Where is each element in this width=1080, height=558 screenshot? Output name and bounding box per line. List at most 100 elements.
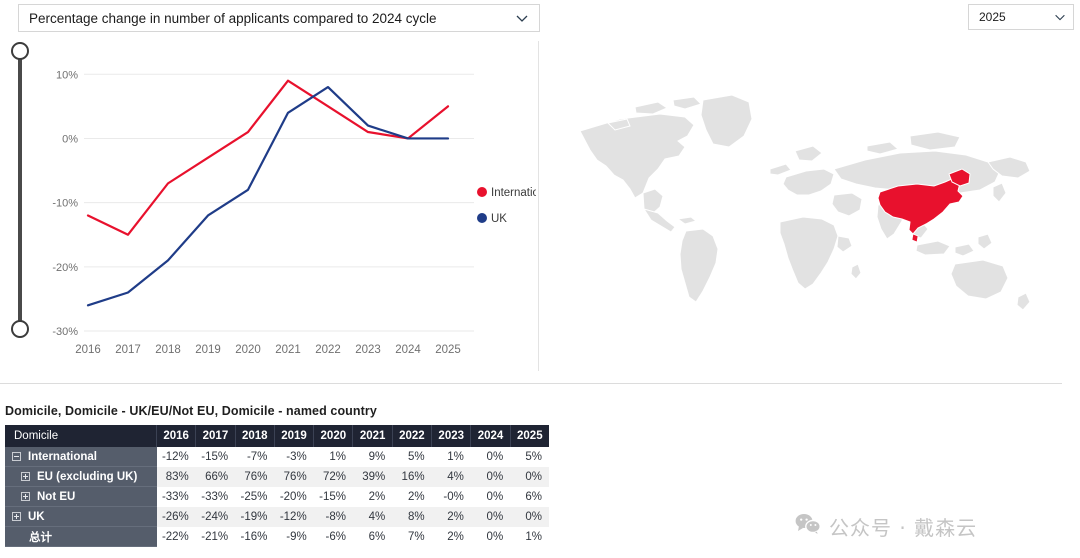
header-year[interactable]: 2025: [510, 425, 549, 447]
table-cell-value[interactable]: 4%: [352, 506, 393, 527]
header-year[interactable]: 2023: [431, 425, 472, 447]
legend-label-international[interactable]: International: [491, 187, 536, 199]
slider-track[interactable]: [18, 50, 22, 330]
header-year[interactable]: 2022: [392, 425, 433, 447]
table-row[interactable]: UK -26% -24% -19% -12% -8% 4% 8% 2% 0% 0%: [5, 506, 549, 527]
table-cell-value[interactable]: 8%: [392, 506, 432, 527]
y-axis-tick-label: 0%: [62, 133, 78, 145]
table-cell-value[interactable]: 7%: [392, 526, 432, 547]
expand-icon[interactable]: [21, 492, 30, 501]
row-label: UK: [28, 510, 45, 523]
table-cell-value[interactable]: 0%: [470, 486, 511, 507]
table-cell-value[interactable]: 72%: [313, 466, 353, 487]
header-year[interactable]: 2017: [195, 425, 236, 447]
table-row[interactable]: EU (excluding UK) 83% 66% 76% 76% 72% 39% 16% 4%…: [5, 466, 549, 487]
table-cell-value[interactable]: -22%: [156, 526, 196, 547]
header-year[interactable]: 2018: [235, 425, 275, 447]
x-axis-tick-label: 2023: [355, 344, 381, 356]
table-cell-value[interactable]: -15%: [195, 447, 236, 467]
table-cell-value[interactable]: 5%: [510, 447, 549, 467]
legend-swatch-uk[interactable]: [477, 213, 487, 223]
expand-icon[interactable]: [21, 472, 30, 481]
table-cell-value[interactable]: -7%: [235, 447, 275, 467]
table-cell-value[interactable]: 9%: [352, 447, 393, 467]
header-year[interactable]: 2020: [313, 425, 354, 447]
range-handle-bottom[interactable]: [11, 320, 29, 338]
table-cell-value[interactable]: 2%: [352, 486, 393, 507]
table-cell-value[interactable]: 0%: [510, 466, 549, 487]
table-cell-value[interactable]: -16%: [235, 526, 275, 547]
expand-icon[interactable]: [12, 512, 21, 521]
header-domicile[interactable]: Domicile: [5, 425, 157, 447]
table-cell-value[interactable]: -3%: [274, 447, 314, 467]
table-cell-value[interactable]: -0%: [431, 486, 471, 507]
table-cell-value[interactable]: -20%: [274, 486, 314, 507]
header-year[interactable]: 2021: [352, 425, 393, 447]
table-cell-value[interactable]: -6%: [313, 526, 353, 547]
x-axis-tick-label: 2019: [195, 344, 221, 356]
row-dimension-cell[interactable]: EU (excluding UK): [5, 466, 157, 487]
legend-swatch-international[interactable]: [477, 187, 487, 197]
x-axis-tick-label: 2016: [75, 344, 101, 356]
table-cell-value[interactable]: 6%: [510, 486, 549, 507]
header-year[interactable]: 2019: [274, 425, 315, 447]
range-handle-top[interactable]: [11, 42, 29, 60]
table-cell-value[interactable]: 2%: [431, 506, 471, 527]
table-cell-value[interactable]: 16%: [392, 466, 432, 487]
x-axis-tick-label: 2024: [395, 344, 421, 356]
metric-dropdown[interactable]: Percentage change in number of applicant…: [18, 4, 540, 32]
row-dimension-cell[interactable]: Not EU: [5, 486, 157, 507]
table-cell-value[interactable]: -9%: [274, 526, 314, 547]
row-dimension-cell[interactable]: International: [5, 447, 157, 467]
header-year[interactable]: 2016: [156, 425, 197, 447]
table-cell-value[interactable]: -25%: [235, 486, 275, 507]
table-cell-value[interactable]: 2%: [392, 486, 432, 507]
year-dropdown[interactable]: 2025: [968, 4, 1074, 30]
row-dimension-cell[interactable]: UK: [5, 506, 157, 527]
table-cell-value[interactable]: 66%: [195, 466, 236, 487]
row-dimension-cell[interactable]: 总计: [5, 526, 157, 547]
table-row[interactable]: Not EU -33% -33% -25% -20% -15% 2% 2% -0% 0% 6%: [5, 486, 549, 507]
table-cell-value[interactable]: -21%: [195, 526, 236, 547]
table-cell-value[interactable]: -26%: [156, 506, 196, 527]
table-row[interactable]: 总计 -22% -21% -16% -9% -6% 6% 7% 2% 0% 1%: [5, 526, 549, 547]
table-cell-value[interactable]: -12%: [274, 506, 314, 527]
table-cell-value[interactable]: 76%: [274, 466, 314, 487]
table-cell-value[interactable]: -33%: [156, 486, 196, 507]
table-cell-value[interactable]: 4%: [431, 466, 471, 487]
table-cell-value[interactable]: -19%: [235, 506, 275, 527]
legend-label-uk[interactable]: UK: [491, 213, 507, 225]
world-map-panel[interactable]: [560, 36, 1060, 366]
table-cell-value[interactable]: 6%: [352, 526, 393, 547]
table-cell-value[interactable]: 83%: [156, 466, 196, 487]
row-label: EU (excluding UK): [37, 470, 138, 483]
row-label: Not EU: [37, 490, 76, 503]
series-line-international[interactable]: [86, 79, 450, 236]
table-cell-value[interactable]: 5%: [392, 447, 432, 467]
table-cell-value[interactable]: 76%: [235, 466, 275, 487]
row-label: International: [28, 450, 98, 463]
table-cell-value[interactable]: 0%: [470, 447, 511, 467]
series-line-uk[interactable]: [86, 85, 450, 307]
table-cell-value[interactable]: 1%: [313, 447, 353, 467]
table-cell-value[interactable]: 1%: [510, 526, 549, 547]
header-year[interactable]: 2024: [470, 425, 511, 447]
table-row[interactable]: International -12% -15% -7% -3% 1% 9% 5% 1% 0% 5%: [5, 447, 549, 467]
table-cell-value[interactable]: -33%: [195, 486, 236, 507]
collapse-icon[interactable]: [12, 452, 21, 461]
table-cell-value[interactable]: -24%: [195, 506, 236, 527]
table-cell-value[interactable]: -8%: [313, 506, 353, 527]
table-cell-value[interactable]: 2%: [431, 526, 471, 547]
table-cell-value[interactable]: 39%: [352, 466, 393, 487]
table-cell-value[interactable]: 0%: [470, 466, 511, 487]
pivot-table-body: International -12% -15% -7% -3% 1% 9% 5% 1% 0% 5% E…: [5, 447, 549, 547]
table-cell-value[interactable]: 0%: [470, 526, 511, 547]
wechat-icon: [795, 513, 821, 540]
table-cell-value[interactable]: 0%: [470, 506, 511, 527]
world-map-svg[interactable]: [560, 36, 1060, 366]
table-cell-value[interactable]: -12%: [156, 447, 196, 467]
vertical-range-slider[interactable]: [10, 42, 30, 338]
table-cell-value[interactable]: -15%: [313, 486, 353, 507]
table-cell-value[interactable]: 1%: [431, 447, 471, 467]
table-cell-value[interactable]: 0%: [510, 506, 549, 527]
